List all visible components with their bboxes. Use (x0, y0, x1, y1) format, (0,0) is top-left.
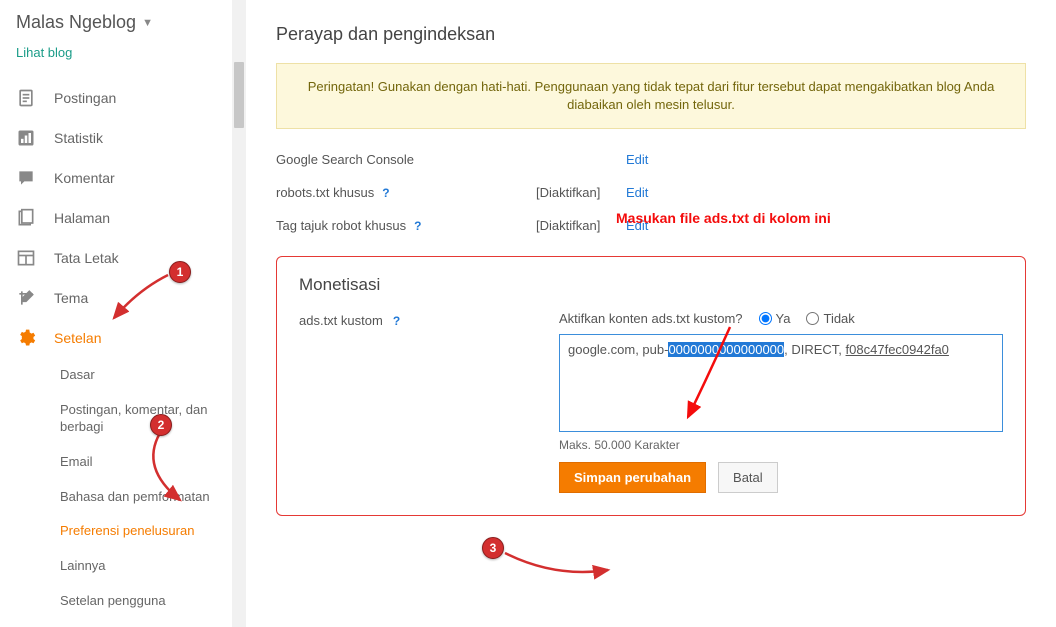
nav-tema[interactable]: Tema (10, 278, 232, 318)
chevron-down-icon: ▼ (142, 17, 153, 29)
nav-tata-letak[interactable]: Tata Letak (10, 238, 232, 278)
annotation-badge-3: 3 (482, 537, 504, 559)
row-robots-txt: robots.txt khusus ? [Diaktifkan] Edit (276, 176, 1026, 209)
row-status: [Diaktifkan] (536, 218, 626, 233)
nav-label: Tata Letak (54, 250, 119, 266)
monetize-section: Monetisasi ads.txt kustom ? Aktifkan kon… (276, 256, 1026, 516)
nav-halaman[interactable]: Halaman (10, 198, 232, 238)
annotation-badge-1: 1 (169, 261, 191, 283)
radio-yes-label[interactable]: Ya (759, 311, 791, 326)
nav-label: Statistik (54, 130, 103, 146)
subnav-bahasa[interactable]: Bahasa dan pemformatan (54, 480, 224, 515)
blog-title-dropdown[interactable]: Malas Ngeblog ▼ (10, 8, 232, 37)
sidebar: Malas Ngeblog ▼ Lihat blog Postingan Sta… (0, 0, 232, 627)
warning-box: Peringatan! Gunakan dengan hati-hati. Pe… (276, 63, 1026, 129)
blog-title-text: Malas Ngeblog (16, 12, 136, 33)
help-icon[interactable]: ? (414, 219, 421, 233)
annotation-badge-2: 2 (150, 414, 172, 436)
subnav-setelan-pengguna[interactable]: Setelan pengguna (54, 584, 224, 619)
annotation-text: Masukan file ads.txt di kolom ini (616, 210, 831, 226)
subnav-dasar[interactable]: Dasar (54, 358, 224, 393)
monetize-title: Monetisasi (299, 275, 1003, 295)
nav-label: Halaman (54, 210, 110, 226)
help-icon[interactable]: ? (382, 186, 389, 200)
ads-txt-label: ads.txt kustom (299, 313, 383, 328)
section-title: Perayap dan pengindeksan (276, 24, 1026, 45)
row-label: robots.txt khusus (276, 185, 374, 200)
row-search-console: Google Search Console Edit (276, 143, 1026, 176)
page-icon (16, 208, 36, 228)
view-blog-link[interactable]: Lihat blog (10, 37, 72, 78)
nav-statistik[interactable]: Statistik (10, 118, 232, 158)
subnav: Dasar Postingan, komentar, dan berbagi E… (10, 358, 232, 619)
nav-label: Komentar (54, 170, 115, 186)
theme-icon (16, 288, 36, 308)
cancel-button[interactable]: Batal (718, 462, 778, 493)
save-button[interactable]: Simpan perubahan (559, 462, 706, 493)
row-label: Google Search Console (276, 152, 414, 167)
gear-icon (16, 328, 36, 348)
nav-setelan[interactable]: Setelan (10, 318, 232, 358)
nav-label: Postingan (54, 90, 116, 106)
subnav-preferensi-penelusuran[interactable]: Preferensi penelusuran (54, 514, 224, 549)
ads-txt-textarea[interactable]: google.com, pub-0000000000000000, DIRECT… (559, 334, 1003, 432)
nav-komentar[interactable]: Komentar (10, 158, 232, 198)
help-icon[interactable]: ? (393, 314, 400, 328)
row-status: [Diaktifkan] (536, 185, 626, 200)
max-char-label: Maks. 50.000 Karakter (559, 432, 1003, 462)
subnav-email[interactable]: Email (54, 445, 224, 480)
nav-list: Postingan Statistik Komentar Halaman Tat… (10, 78, 232, 358)
nav-label: Tema (54, 290, 88, 306)
row-label: Tag tajuk robot khusus (276, 218, 406, 233)
activate-radio-row: Aktifkan konten ads.txt kustom? Ya Tidak (559, 311, 1003, 326)
radio-no[interactable] (806, 312, 819, 325)
main-content: Perayap dan pengindeksan Peringatan! Gun… (246, 0, 1056, 627)
nav-label: Setelan (54, 330, 101, 346)
scrollbar-thumb[interactable] (234, 62, 244, 128)
edit-link[interactable]: Edit (626, 185, 648, 200)
document-icon (16, 88, 36, 108)
scrollbar-track[interactable] (232, 0, 246, 627)
radio-no-label[interactable]: Tidak (806, 311, 854, 326)
comment-icon (16, 168, 36, 188)
nav-postingan[interactable]: Postingan (10, 78, 232, 118)
edit-link[interactable]: Edit (626, 152, 648, 167)
subnav-lainnya[interactable]: Lainnya (54, 549, 224, 584)
layout-icon (16, 248, 36, 268)
subnav-postingan-komentar[interactable]: Postingan, komentar, dan berbagi (54, 393, 224, 445)
activate-label: Aktifkan konten ads.txt kustom? (559, 311, 743, 326)
stats-icon (16, 128, 36, 148)
radio-yes[interactable] (759, 312, 772, 325)
